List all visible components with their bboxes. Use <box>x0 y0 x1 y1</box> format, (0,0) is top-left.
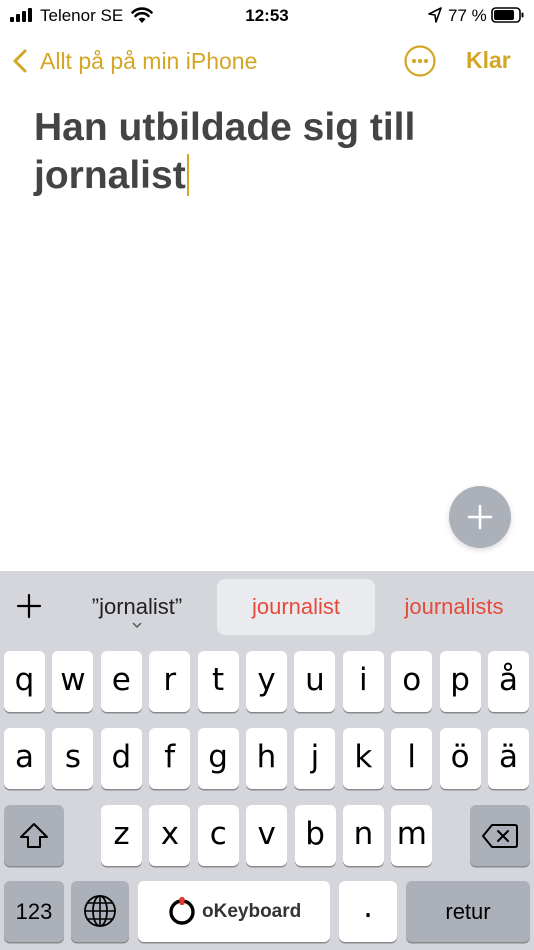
add-button[interactable] <box>449 486 511 548</box>
key-w[interactable]: w <box>52 651 94 712</box>
key-å[interactable]: å <box>488 651 529 712</box>
key-t[interactable]: t <box>197 651 239 712</box>
key-z[interactable]: z <box>101 805 142 866</box>
key-g[interactable]: g <box>197 728 239 789</box>
key-a[interactable]: a <box>4 728 45 789</box>
numbers-key[interactable]: 123 <box>4 881 64 942</box>
more-options-icon[interactable] <box>404 45 436 77</box>
navigation-bar: Allt på på min iPhone Klar <box>0 36 534 86</box>
key-e[interactable]: e <box>100 651 142 712</box>
note-title-line-2-text: jornalist <box>34 154 186 197</box>
space-key-label: oKeyboard <box>202 901 302 922</box>
period-key[interactable]: . <box>339 881 397 942</box>
key-m[interactable]: m <box>391 805 433 866</box>
status-bar: Telenor SE 12:53 77 % <box>0 0 534 32</box>
key-n[interactable]: n <box>343 805 384 866</box>
backspace-icon <box>482 824 518 848</box>
key-p[interactable]: p <box>439 651 481 712</box>
battery-icon <box>491 7 524 23</box>
prediction-bar: ”jornalist” journalist journalists <box>0 571 534 641</box>
okeyboard-logo-icon <box>169 897 195 925</box>
key-b[interactable]: b <box>294 805 336 866</box>
plus-icon <box>467 504 493 530</box>
key-o[interactable]: o <box>391 651 433 712</box>
globe-key[interactable] <box>71 881 129 942</box>
key-s[interactable]: s <box>52 728 94 789</box>
key-ö[interactable]: ö <box>439 728 481 789</box>
space-key[interactable]: oKeyboard <box>138 881 330 942</box>
note-title-line-2: jornalist <box>34 152 494 200</box>
text-cursor <box>186 154 189 196</box>
note-text-area[interactable]: Han utbildade sig till jornalist <box>34 104 494 200</box>
chevron-down-icon <box>132 622 142 628</box>
key-y[interactable]: y <box>246 651 287 712</box>
key-f[interactable]: f <box>149 728 191 789</box>
back-button[interactable]: Allt på på min iPhone <box>40 48 257 75</box>
key-r[interactable]: r <box>149 651 191 712</box>
key-v[interactable]: v <box>246 805 288 866</box>
key-u[interactable]: u <box>294 651 336 712</box>
key-k[interactable]: k <box>342 728 384 789</box>
shift-key[interactable] <box>4 805 64 866</box>
key-q[interactable]: q <box>4 651 45 712</box>
key-x[interactable]: x <box>149 805 191 866</box>
key-j[interactable]: j <box>294 728 336 789</box>
plus-icon[interactable] <box>16 593 42 619</box>
chevron-left-icon[interactable] <box>12 48 28 74</box>
key-d[interactable]: d <box>100 728 142 789</box>
done-button[interactable]: Klar <box>466 47 511 74</box>
globe-icon <box>84 895 116 927</box>
key-c[interactable]: c <box>197 805 239 866</box>
battery-percent: 77 % <box>448 6 487 25</box>
return-key[interactable]: retur <box>406 881 530 942</box>
note-title-line-1: Han utbildade sig till <box>34 106 416 149</box>
prediction-suggestion-2[interactable]: journalists <box>380 579 528 635</box>
location-arrow-icon <box>428 7 442 23</box>
prediction-suggestion-1[interactable]: journalist <box>217 579 375 635</box>
keyboard: ”jornalist” journalist journalists qwert… <box>0 571 534 950</box>
key-ä[interactable]: ä <box>488 728 529 789</box>
key-i[interactable]: i <box>342 651 384 712</box>
shift-arrow-icon <box>20 823 48 848</box>
key-h[interactable]: h <box>246 728 287 789</box>
key-l[interactable]: l <box>391 728 433 789</box>
backspace-key[interactable] <box>470 805 530 866</box>
